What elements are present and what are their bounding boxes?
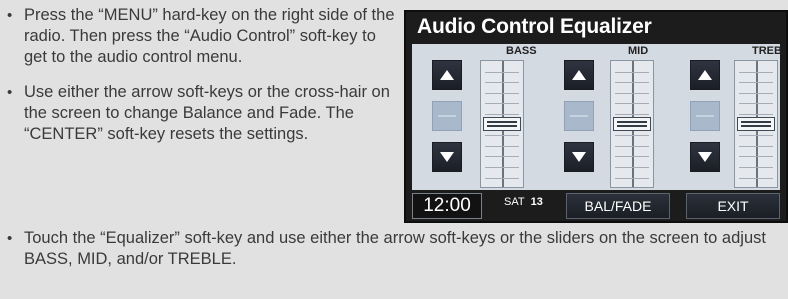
triangle-down-icon	[572, 152, 586, 162]
slider-tick	[615, 103, 649, 105]
triangle-down-icon	[440, 152, 454, 162]
equalizer-panel: BASS MID TREB	[412, 44, 782, 190]
status-bar: 12:00 SAT 13 BAL/FADE EXIT	[412, 193, 780, 219]
slider-tick	[485, 103, 519, 105]
bal-fade-button[interactable]: BAL/FADE	[566, 193, 670, 219]
screen-title: Audio Control Equalizer	[417, 15, 652, 38]
band-label-treb: TREB	[752, 45, 782, 57]
slider-tick	[485, 114, 519, 115]
triangle-up-icon	[698, 70, 712, 80]
bass-center-indicator	[432, 101, 462, 131]
slider-tick	[739, 114, 773, 115]
instruction-item: Press the “MENU” hard-key on the right s…	[0, 5, 395, 68]
triangle-up-icon	[572, 70, 586, 80]
radio-screen: Audio Control Equalizer BASS MID TREB 12…	[404, 10, 788, 223]
slider-tick	[739, 103, 773, 105]
instruction-item: Touch the “Equalizer” soft-key and use e…	[0, 228, 788, 270]
slider-tick	[615, 145, 649, 147]
instruction-item: Use either the arrow soft-keys or the cr…	[0, 82, 395, 145]
mid-up-button[interactable]	[564, 60, 594, 90]
band-label-bass: BASS	[506, 45, 537, 57]
slider-tick	[485, 71, 519, 73]
treb-slider-thumb[interactable]	[737, 117, 775, 131]
slider-tick	[739, 145, 773, 147]
mid-slider-track[interactable]	[610, 60, 654, 188]
triangle-down-icon	[698, 152, 712, 162]
band-label-mid: MID	[628, 45, 649, 57]
slider-tick	[615, 71, 649, 73]
slider-tick	[739, 156, 773, 158]
slider-tick	[615, 156, 649, 158]
band-name: SAT	[504, 196, 525, 208]
slider-tick	[615, 167, 649, 168]
slider-tick	[739, 92, 773, 94]
bass-up-button[interactable]	[432, 60, 462, 90]
slider-tick	[615, 114, 649, 115]
slider-tick	[739, 71, 773, 73]
slider-tick	[485, 177, 519, 179]
treb-slider-track[interactable]	[734, 60, 778, 188]
dash-icon	[570, 115, 588, 117]
slider-tick	[615, 177, 649, 179]
treb-down-button[interactable]	[690, 142, 720, 172]
slider-tick	[739, 135, 773, 137]
slider-tick	[485, 167, 519, 168]
slider-tick	[739, 82, 773, 84]
mid-down-button[interactable]	[564, 142, 594, 172]
bass-slider-track[interactable]	[480, 60, 524, 188]
slider-tick	[739, 177, 773, 179]
clock-display[interactable]: 12:00	[412, 193, 482, 219]
dash-icon	[696, 115, 714, 117]
instructions-top: Press the “MENU” hard-key on the right s…	[0, 5, 395, 145]
treb-up-button[interactable]	[690, 60, 720, 90]
slider-tick	[485, 145, 519, 147]
tuner-info: SAT 13	[504, 196, 543, 208]
channel-number: 13	[530, 196, 543, 208]
slider-tick	[485, 156, 519, 158]
slider-tick	[485, 135, 519, 137]
instructions-bottom: Touch the “Equalizer” soft-key and use e…	[0, 228, 788, 270]
slider-tick	[615, 82, 649, 84]
slider-tick	[615, 135, 649, 137]
treb-center-indicator	[690, 101, 720, 131]
slider-tick	[615, 92, 649, 94]
exit-button[interactable]: EXIT	[686, 193, 780, 219]
bass-down-button[interactable]	[432, 142, 462, 172]
bass-slider-thumb[interactable]	[483, 117, 521, 131]
mid-slider-thumb[interactable]	[613, 117, 651, 131]
slider-tick	[739, 167, 773, 168]
mid-center-indicator	[564, 101, 594, 131]
slider-tick	[485, 82, 519, 84]
triangle-up-icon	[440, 70, 454, 80]
dash-icon	[438, 115, 456, 117]
slider-tick	[485, 92, 519, 94]
